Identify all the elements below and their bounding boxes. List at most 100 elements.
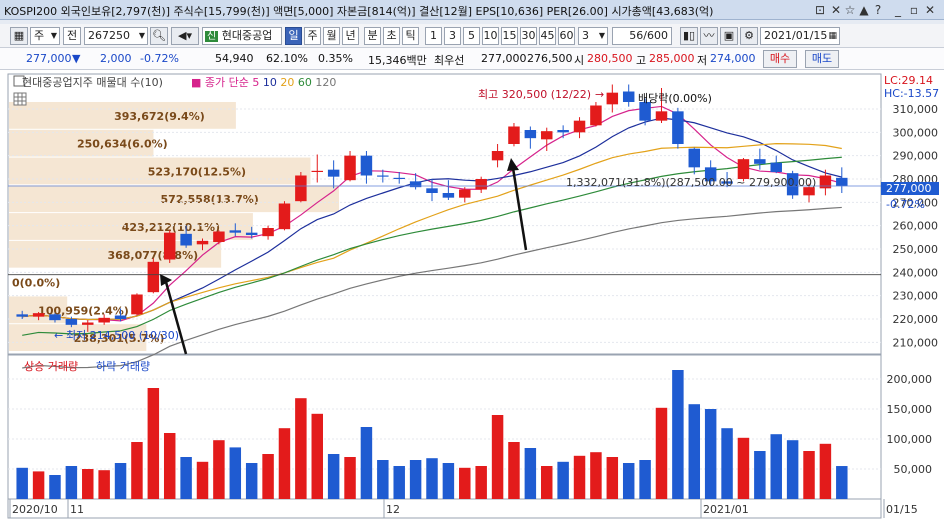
candle-body (163, 232, 176, 260)
speaker-icon[interactable]: ◀▾ (171, 27, 199, 45)
interval-5[interactable]: 5 (463, 27, 480, 45)
volume-bar (819, 443, 832, 499)
period-week[interactable]: 주 (304, 27, 321, 45)
ma-bullet-icon: ■ (191, 76, 205, 89)
stock-chart[interactable]: 393,672(9.4%) 250,634(6.0%) 523,170(12.5%)… (0, 70, 944, 519)
profile-label: 0(0.0%) (12, 277, 60, 290)
help-icon[interactable]: ? (870, 2, 886, 18)
dividend-annotation: 배당락(0.00%) (638, 92, 712, 105)
title-bar: KOSPI200 외국인보유[2,797(천)] 주식수[15,799(천)] … (0, 0, 944, 20)
price-tick-label: 220,000 (893, 313, 939, 326)
sell-button[interactable]: 매도 (805, 50, 839, 68)
change-percent: -0.72% (140, 52, 179, 65)
calendar-icon: ▦ (828, 31, 837, 41)
price-tick-label: 260,000 (893, 220, 939, 233)
interval-30[interactable]: 30 (520, 27, 537, 45)
range-annotation: 1,332,071(31.8%)(287,500.00 ~ 279,900.00… (566, 176, 816, 189)
date-label: 11 (70, 503, 84, 516)
period-tick[interactable]: 틱 (402, 27, 419, 45)
market-select[interactable]: 주 ▼ (30, 27, 60, 45)
ma-legend-label: ■ 종가 단순 5 10 20 60 120 (191, 76, 336, 89)
open-price: 280,500 (587, 52, 633, 65)
market-kind[interactable]: 전 (63, 27, 81, 45)
interval-1[interactable]: 1 (425, 27, 442, 45)
volume-bar (459, 467, 471, 499)
period-second[interactable]: 초 (383, 27, 400, 45)
current-price: 277,000 (26, 52, 72, 65)
turnover-rate: 0.35% (318, 52, 353, 65)
volume-bar (737, 437, 750, 499)
settings-icon[interactable]: ⚙ (740, 27, 758, 45)
volume-bar (360, 427, 373, 499)
line-chart-icon[interactable]: 〰 (700, 27, 718, 45)
interval-10[interactable]: 10 (482, 27, 499, 45)
low-label: 저 (697, 54, 708, 67)
company-field[interactable]: 신 현대중공업 (202, 27, 282, 45)
minimize-icon[interactable]: _ (890, 2, 906, 18)
volume-bar (196, 461, 209, 499)
candle-body (459, 189, 471, 198)
volume-bar (803, 451, 815, 499)
candle-body (770, 162, 782, 172)
grid-icon[interactable]: ▦ (10, 27, 28, 45)
profile-label: 368,077(8.8%) (107, 249, 198, 262)
period-month[interactable]: 월 (323, 27, 340, 45)
candle-body (213, 231, 225, 242)
profile-label: 250,634(6.0%) (77, 138, 168, 151)
interval-3[interactable]: 3 (444, 27, 461, 45)
save-icon[interactable]: ▣ (720, 27, 738, 45)
restore-icon[interactable]: ▫ (906, 2, 922, 18)
best-ask: 277,000 (481, 52, 527, 65)
volume-value: 54,940 (215, 52, 254, 65)
price-tick-label: 210,000 (893, 336, 939, 349)
candle-body (278, 203, 291, 230)
candle-body (65, 319, 78, 325)
candle-body (508, 126, 520, 144)
volume-bar (180, 457, 192, 499)
volume-ratio: 62.10% (266, 52, 308, 65)
volume-bar (754, 451, 766, 499)
volume-bar (311, 413, 323, 499)
interval-select[interactable]: 3 ▼ (578, 27, 608, 45)
price-tick-label: 310,000 (893, 103, 939, 116)
volume-bar (344, 457, 356, 499)
lock-icon[interactable]: ⊡ (812, 2, 828, 18)
buy-button[interactable]: 매수 (763, 50, 797, 68)
volume-bar (409, 460, 422, 499)
search-icon[interactable]: 🔍︎ (150, 27, 168, 45)
profile-label: 523,170(12.5%) (148, 165, 246, 178)
candle-type-icon[interactable]: ▮▯ (680, 27, 698, 45)
close-window-icon[interactable]: ✕ (922, 2, 938, 18)
interval-15[interactable]: 15 (501, 27, 518, 45)
table-icon[interactable] (13, 92, 27, 106)
best-bid-label: 최우선 (434, 54, 465, 67)
volume-bar (590, 452, 602, 499)
volume-bar (770, 434, 782, 499)
candle-body (360, 155, 373, 176)
candle-body (573, 120, 586, 133)
price-change: 2,000 (100, 52, 132, 65)
candle-body (393, 177, 405, 179)
period-day[interactable]: 일 (285, 27, 302, 45)
volume-bar (327, 454, 340, 499)
interval-45[interactable]: 45 (539, 27, 556, 45)
volume-bar (639, 460, 651, 499)
count-field[interactable]: 56/600 (612, 27, 672, 45)
period-year[interactable]: 년 (342, 27, 359, 45)
volume-bar (836, 466, 848, 499)
code-input[interactable]: 267250 ▼ (84, 27, 148, 45)
volume-bar (721, 428, 733, 499)
interval-60[interactable]: 60 (558, 27, 575, 45)
candle-body (655, 111, 668, 121)
period-minute[interactable]: 분 (364, 27, 381, 45)
chart-area[interactable]: 393,672(9.4%) 250,634(6.0%) 523,170(12.5%)… (0, 70, 944, 519)
volume-bar (508, 442, 520, 499)
trade-amount: 15,346백만 (368, 54, 427, 67)
date-field[interactable]: 2021/01/15 ▦ (760, 27, 840, 45)
profile-label: 393,672(9.4%) (114, 110, 205, 123)
date-label: 2020/10 (12, 503, 58, 516)
candle-body (344, 155, 356, 181)
ma-10-label: 10 (263, 76, 277, 89)
chevron-down-icon: ▼ (138, 31, 145, 40)
volume-bar (229, 447, 242, 499)
